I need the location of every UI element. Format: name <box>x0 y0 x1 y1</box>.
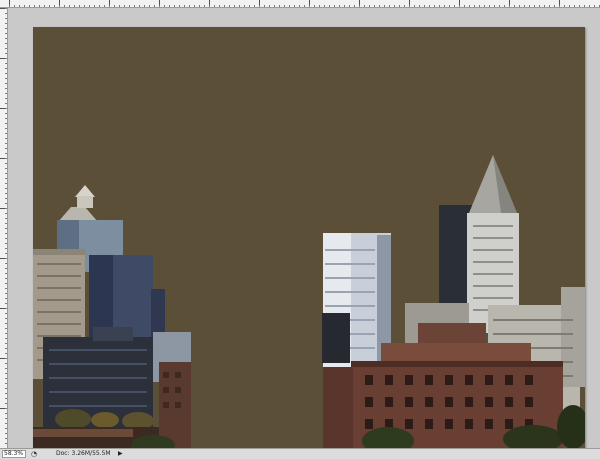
canvas-area[interactable] <box>9 9 600 450</box>
document-size-info: Doc: 3.26M/55.5M <box>56 450 111 457</box>
horizontal-ruler[interactable] <box>0 0 600 8</box>
vertical-ruler[interactable] <box>0 8 8 448</box>
document-canvas[interactable] <box>33 27 585 450</box>
right-skyline <box>322 155 585 450</box>
city-skyline-image <box>33 155 585 450</box>
camera-icon[interactable]: ◔ <box>30 450 38 458</box>
zoom-level-field[interactable]: 58.3% <box>2 450 26 458</box>
status-bar: 58.3% ◔ Doc: 3.26M/55.5M ▶ <box>0 448 600 459</box>
status-menu-arrow[interactable]: ▶ <box>118 449 126 459</box>
left-skyline <box>33 185 191 450</box>
